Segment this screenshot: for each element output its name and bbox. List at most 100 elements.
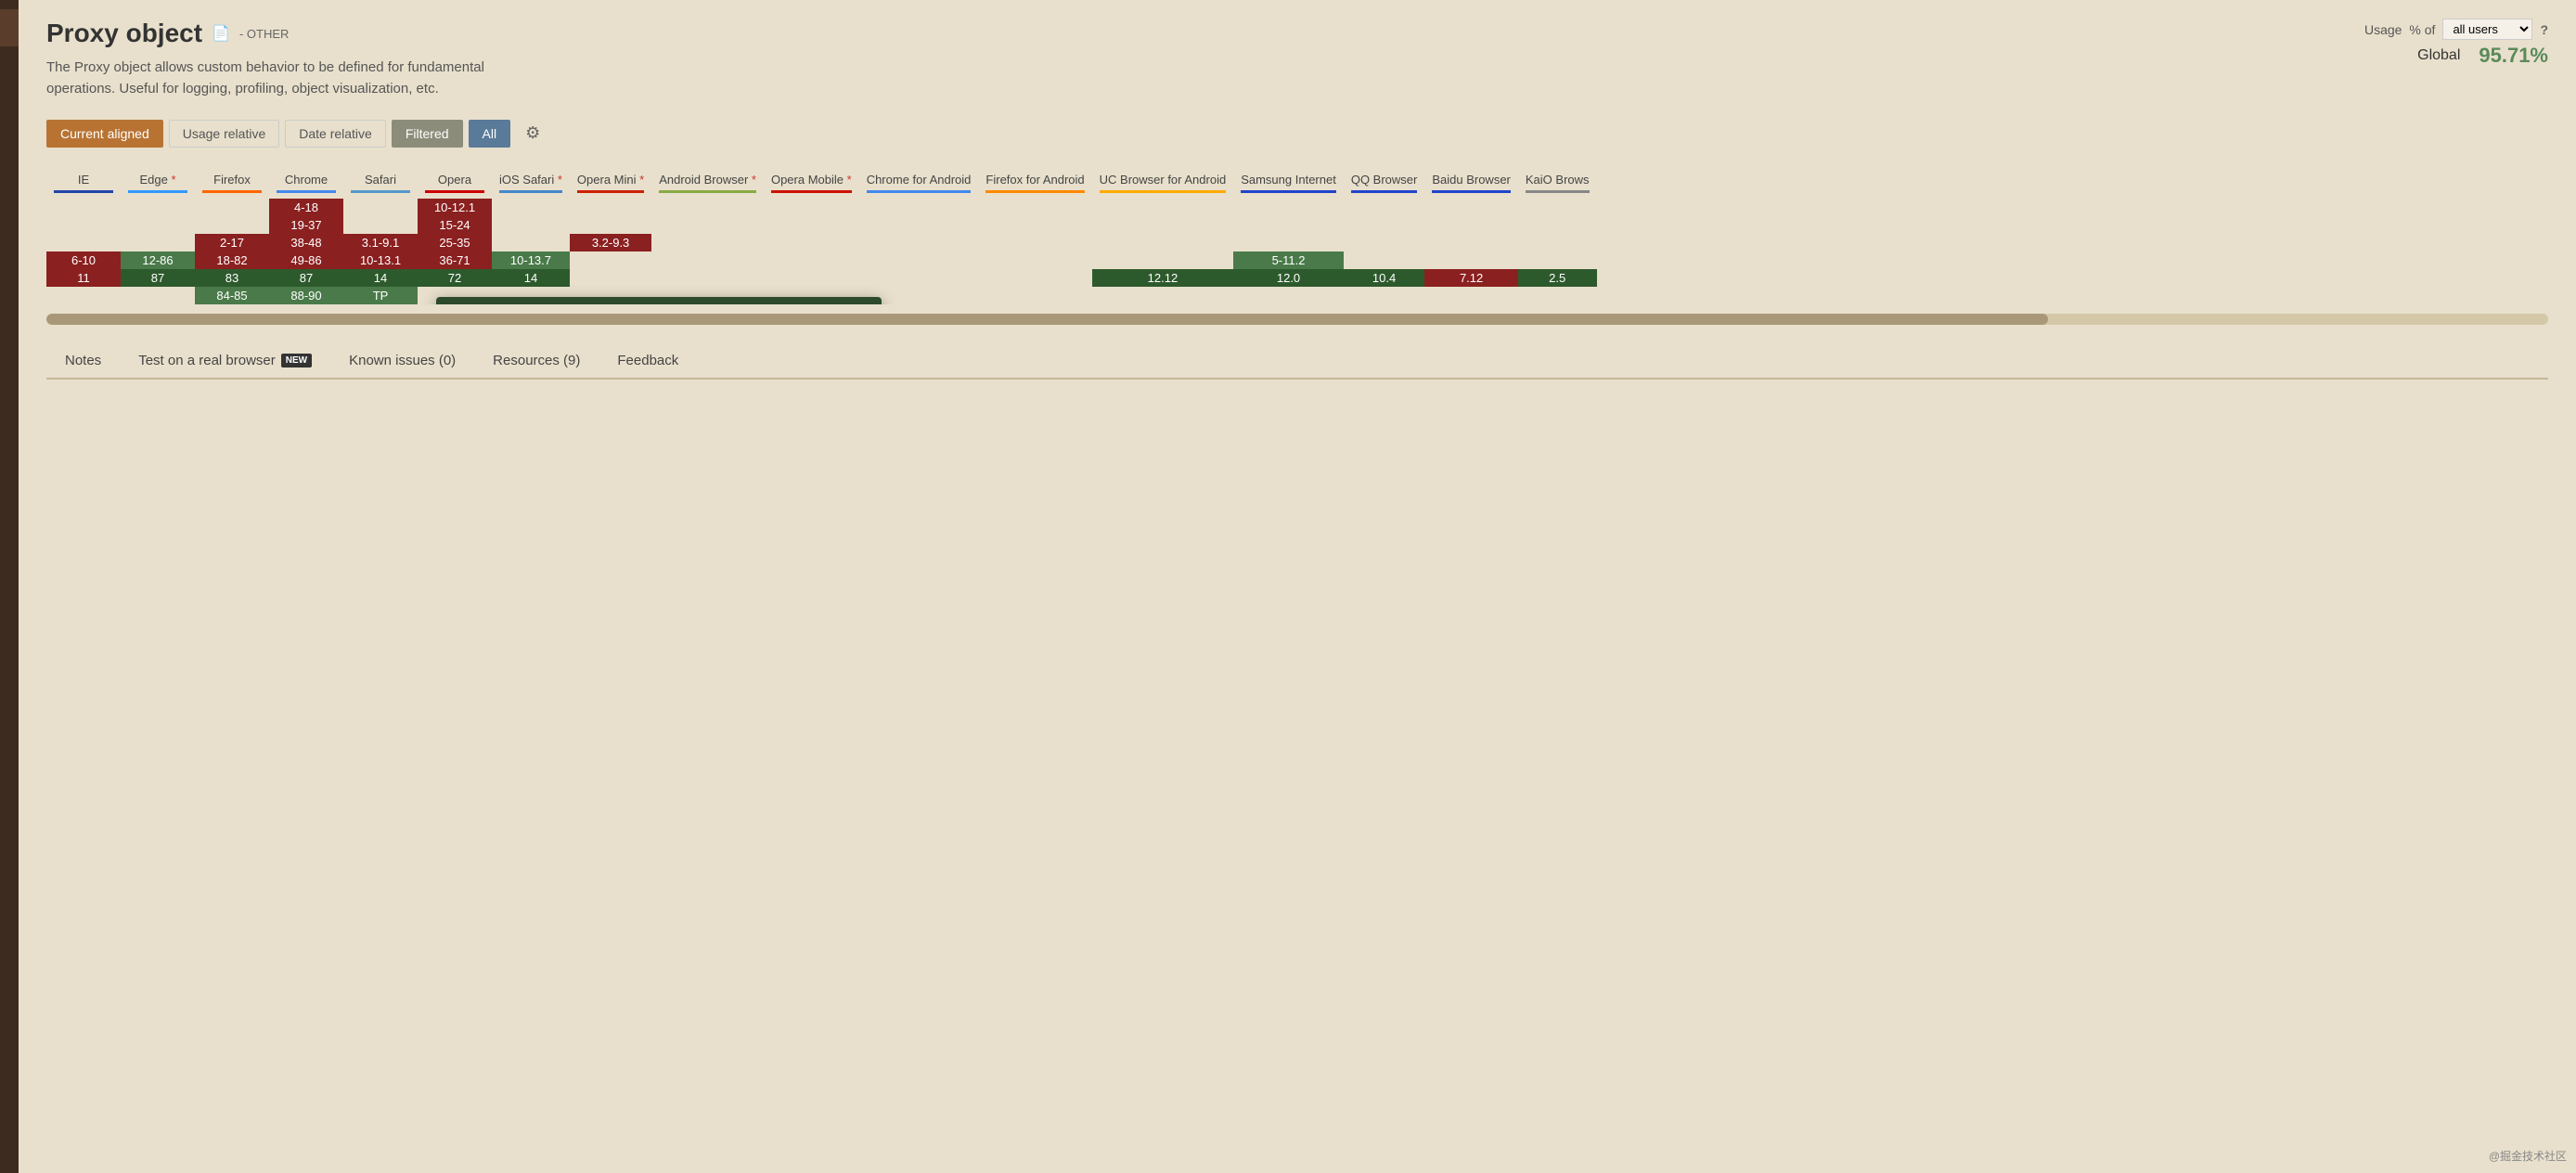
cell-samsung-r2 [1233,216,1344,234]
safari-line [351,190,410,193]
filter-bar: Current aligned Usage relative Date rela… [46,118,2548,148]
help-button[interactable]: ? [2540,22,2548,37]
cell-kaio-r4 [1518,251,1597,269]
cell-chrome-r2[interactable]: 19-37 [269,216,343,234]
cell-opera-r1[interactable]: 10-12.1 [418,199,492,216]
usage-relative-btn[interactable]: Usage relative [169,120,280,148]
cell-kaio-r5[interactable]: 2.5 [1518,269,1597,287]
tab-known-issues[interactable]: Known issues (0) [330,343,474,380]
tab-resources[interactable]: Resources (9) [474,343,599,380]
cell-edge-r5[interactable]: 87 [121,269,195,287]
qq-line [1351,190,1418,193]
cell-uc-r5[interactable]: 12.12 [1092,269,1234,287]
browser-table-container: IE Edge * Firefox Chrome [46,167,2548,304]
cell-safari-r1 [343,199,418,216]
filtered-btn[interactable]: Filtered [392,120,463,148]
all-btn[interactable]: All [469,120,511,148]
main-content: Proxy object 📄 - OTHER The Proxy object … [19,0,2576,398]
cell-chromeandroid-r5 [859,269,979,287]
cell-uc-r3 [1092,234,1234,251]
cell-edge-r1 [121,199,195,216]
cell-iossafari-r4[interactable]: 10-13.7 [492,251,570,269]
th-qq: QQ Browser [1344,167,1425,199]
title-badge: - OTHER [239,27,289,41]
cell-samsung-r5[interactable]: 12.0 [1233,269,1344,287]
cell-samsung-r4[interactable]: 5-11.2 [1233,251,1344,269]
th-baidu: Baidu Browser [1424,167,1518,199]
table-row: 6-10 12-86 18-82 49-86 10-13.1 36-71 10-… [46,251,1597,269]
cell-ffandroid-r6 [978,287,1091,304]
cell-opera-r5[interactable]: 72 [418,269,492,287]
notes-tab-label: Notes [65,353,101,368]
cell-chrome-r3[interactable]: 38-48 [269,234,343,251]
cell-chrome-r6[interactable]: 88-90 [269,287,343,304]
cell-opmobile-r2 [764,216,859,234]
table-row: 4-18 10-12.1 [46,199,1597,216]
cell-safari-r3[interactable]: 3.1-9.1 [343,234,418,251]
android-browser-line [659,190,756,193]
current-aligned-btn[interactable]: Current aligned [46,120,163,148]
cell-android-r5 [651,269,764,287]
cell-iossafari-r5[interactable]: 14 [492,269,570,287]
th-uc-browser: UC Browser for Android [1092,167,1234,199]
cell-ffandroid-r1 [978,199,1091,216]
cell-kaio-r2 [1518,216,1597,234]
cell-safari-r6[interactable]: TP [343,287,418,304]
scrollbar-thumb[interactable] [46,314,2048,325]
th-samsung: Samsung Internet [1233,167,1344,199]
watermark: @掘金技术社区 [2489,1148,2567,1164]
cell-ffandroid-r3 [978,234,1091,251]
chrome-line [277,190,336,193]
tab-feedback[interactable]: Feedback [599,343,697,380]
cell-opera-r4[interactable]: 36-71 [418,251,492,269]
cell-kaio-r1 [1518,199,1597,216]
cell-opmini-r3[interactable]: 3.2-9.3 [570,234,651,251]
cell-ie-r3 [46,234,121,251]
resources-tab-label: Resources (9) [493,353,580,368]
cell-opera-r2[interactable]: 15-24 [418,216,492,234]
feedback-tab-label: Feedback [617,353,678,368]
cell-safari-r4[interactable]: 10-13.1 [343,251,418,269]
cell-baidu-r5[interactable]: 7.12 [1424,269,1518,287]
horizontal-scrollbar[interactable] [46,314,2548,325]
percent-of-label: % of [2409,22,2435,37]
cell-baidu-r2 [1424,216,1518,234]
th-opera-mobile: Opera Mobile * [764,167,859,199]
cell-ie-r4[interactable]: 6-10 [46,251,121,269]
edge-line [128,190,187,193]
cell-iossafari-r3 [492,234,570,251]
tab-notes[interactable]: Notes [46,343,120,380]
cell-uc-r4 [1092,251,1234,269]
browser-support-table: IE Edge * Firefox Chrome [46,167,1597,304]
tab-test-browser[interactable]: Test on a real browser NEW [120,343,330,380]
cell-ff-r4[interactable]: 18-82 [195,251,269,269]
cell-opera-r3[interactable]: 25-35 [418,234,492,251]
samsung-line [1241,190,1336,193]
header-row: Proxy object 📄 - OTHER The Proxy object … [46,19,2548,99]
cell-ff-r6[interactable]: 84-85 [195,287,269,304]
cell-qq-r2 [1344,216,1425,234]
cell-chrome-r1[interactable]: 4-18 [269,199,343,216]
cell-edge-r4[interactable]: 12-86 [121,251,195,269]
date-relative-btn[interactable]: Date relative [285,120,386,148]
cell-chrome-r4[interactable]: 49-86 [269,251,343,269]
cell-chromeandroid-r3 [859,234,979,251]
th-ios-safari: iOS Safari * [492,167,570,199]
cell-samsung-r3 [1233,234,1344,251]
cell-iossafari-r1 [492,199,570,216]
settings-gear-btn[interactable]: ⚙ [516,118,549,148]
usage-panel: Usage % of all users ? Global 95.71% [2288,19,2548,68]
cell-chrome-r5[interactable]: 87 [269,269,343,287]
global-label: Global [2417,47,2460,64]
th-kaio: KaiO Brows [1518,167,1597,199]
cell-ff-r3[interactable]: 2-17 [195,234,269,251]
cell-qq-r3 [1344,234,1425,251]
cell-qq-r5[interactable]: 10.4 [1344,269,1425,287]
cell-ff-r5[interactable]: 83 [195,269,269,287]
cell-safari-r5[interactable]: 14 [343,269,418,287]
cell-ff-r1 [195,199,269,216]
cell-qq-r6 [1344,287,1425,304]
cell-ie-r5[interactable]: 11 [46,269,121,287]
title-section: Proxy object 📄 - OTHER The Proxy object … [46,19,510,99]
user-type-select[interactable]: all users [2442,19,2532,40]
